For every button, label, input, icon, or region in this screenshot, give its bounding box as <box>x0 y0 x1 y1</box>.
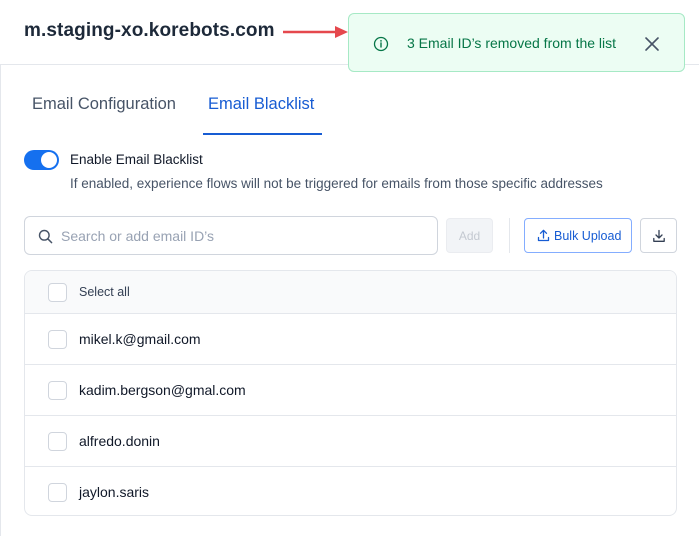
list-item: kadim.bergson@gmal.com <box>25 365 676 416</box>
toast-notification: 3 Email ID’s removed from the list <box>348 13 685 72</box>
list-header: Select all <box>25 271 676 314</box>
row-checkbox[interactable] <box>48 330 67 349</box>
email-label: mikel.k@gmail.com <box>79 331 201 347</box>
download-button[interactable] <box>640 218 677 253</box>
panel-left-border <box>0 65 1 536</box>
search-input[interactable] <box>61 218 431 253</box>
active-tab-indicator <box>203 133 322 135</box>
toggle-label: Enable Email Blacklist <box>70 152 203 167</box>
list-item: jaylon.saris <box>25 467 676 515</box>
bulk-upload-button[interactable]: Bulk Upload <box>524 218 632 253</box>
info-circle-icon <box>373 36 389 52</box>
toast-message: 3 Email ID’s removed from the list <box>407 35 617 51</box>
row-checkbox[interactable] <box>48 381 67 400</box>
email-label: kadim.bergson@gmal.com <box>79 382 246 398</box>
close-icon[interactable] <box>642 34 662 54</box>
row-checkbox[interactable] <box>48 483 67 502</box>
tab-email-configuration[interactable]: Email Configuration <box>32 95 176 114</box>
list-item: alfredo.donin <box>25 416 676 467</box>
bulk-upload-label: Bulk Upload <box>554 229 622 243</box>
list-item: mikel.k@gmail.com <box>25 314 676 365</box>
select-all-checkbox[interactable] <box>48 283 67 302</box>
upload-icon <box>537 229 550 242</box>
email-list: Select all mikel.k@gmail.com kadim.bergs… <box>24 270 677 516</box>
search-box <box>24 216 438 255</box>
annotation-arrow-icon <box>283 26 348 38</box>
search-icon <box>38 229 53 244</box>
email-label: alfredo.donin <box>79 433 160 449</box>
download-icon <box>653 229 665 242</box>
tab-email-blacklist[interactable]: Email Blacklist <box>208 95 314 114</box>
domain-title: m.staging-xo.korebots.com <box>24 20 275 41</box>
row-checkbox[interactable] <box>48 432 67 451</box>
add-button[interactable]: Add <box>446 218 493 253</box>
toggle-description: If enabled, experience flows will not be… <box>70 176 603 191</box>
enable-blacklist-toggle[interactable] <box>24 150 59 170</box>
toggle-knob <box>41 152 57 168</box>
select-all-label: Select all <box>79 285 130 299</box>
toolbar-divider <box>509 218 510 253</box>
email-label: jaylon.saris <box>79 484 150 500</box>
